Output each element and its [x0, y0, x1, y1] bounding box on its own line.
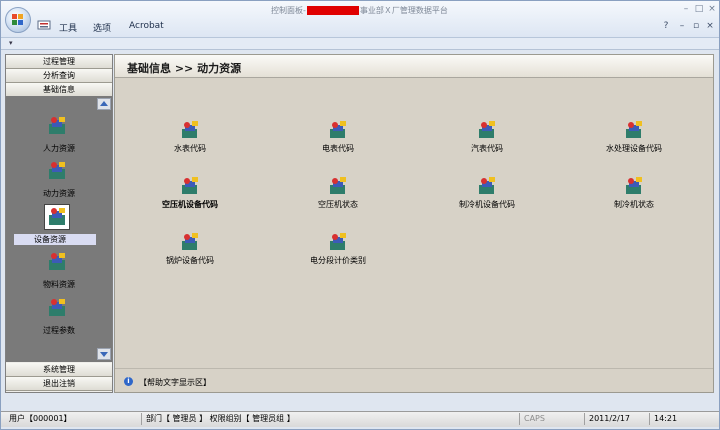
resource-icon: [44, 204, 70, 230]
breadcrumb: 基础信息 >> 动力资源: [115, 55, 713, 78]
sidebar-item-process-params[interactable]: 过程参数: [6, 296, 112, 340]
scroll-down-icon: [100, 352, 108, 357]
tile-label: 锅炉设备代码: [166, 256, 214, 265]
scroll-up-button[interactable]: [97, 98, 111, 110]
ribbon-close-icon[interactable]: ×: [705, 21, 715, 31]
ribbon-restore-icon[interactable]: ▫: [691, 21, 701, 31]
tile-label: 空压机状态: [318, 200, 358, 209]
help-text: 【帮助文字显示区】: [139, 378, 211, 387]
resource-icon: [49, 162, 65, 179]
redaction-block: [306, 6, 359, 15]
window-title-prefix: 控制面板-: [271, 6, 306, 15]
minimize-icon[interactable]: –: [681, 4, 691, 14]
window-title: 控制面板- 事业部Ｘ厂管理数据平台: [271, 5, 448, 16]
resource-icon: [49, 117, 65, 134]
resource-icon: [49, 253, 65, 270]
resource-icon: [49, 299, 65, 316]
sidebar-item-label: 过程参数: [43, 326, 75, 335]
sidebar-item-label: 动力资源: [43, 189, 75, 198]
nav-section-logout[interactable]: 退出注销: [6, 377, 112, 391]
sidebar-item-human-resources[interactable]: 人力资源: [6, 114, 112, 158]
tile-electricity-tariff-category[interactable]: 电分段计价类别: [282, 231, 392, 271]
meter-icon: [330, 121, 346, 138]
status-date: 2011/2/17: [584, 413, 647, 425]
maximize-icon[interactable]: □: [694, 4, 704, 14]
nav-section-system[interactable]: 系统管理: [6, 363, 112, 377]
sidebar-item-label: 设备资源: [14, 234, 96, 245]
tile-electric-meter[interactable]: 电表代码: [282, 119, 392, 159]
tile-chiller-status[interactable]: 制冷机状态: [578, 175, 688, 215]
menu-options[interactable]: 选项: [93, 21, 111, 34]
tile-water-meter[interactable]: 水表代码: [134, 119, 244, 159]
nav-section-process[interactable]: 过程管理: [6, 55, 112, 69]
tile-label: 空压机设备代码: [162, 200, 218, 209]
status-time: 14:21: [649, 413, 714, 425]
breadcrumb-text: 基础信息 >> 动力资源: [127, 62, 242, 75]
tile-label: 水处理设备代码: [606, 144, 662, 153]
meter-icon: [182, 121, 198, 138]
info-icon: i: [124, 377, 133, 386]
close-icon[interactable]: ×: [707, 4, 717, 14]
meter-icon: [330, 233, 346, 250]
menu-tools[interactable]: 工具: [59, 21, 77, 34]
tile-label: 制冷机状态: [614, 200, 654, 209]
meter-icon: [330, 177, 346, 194]
meter-icon: [479, 177, 495, 194]
tile-boiler-equipment[interactable]: 锅炉设备代码: [134, 231, 244, 271]
sidebar-item-material-resources[interactable]: 物料资源: [6, 250, 112, 294]
help-area: i 【帮助文字显示区】: [115, 368, 713, 393]
ribbon-minimize-icon[interactable]: –: [677, 21, 687, 31]
main-panel: 基础信息 >> 动力资源 水表代码 电表代码 汽表代码 水处理设备代码 空压机设…: [114, 54, 714, 393]
tile-label: 水表代码: [174, 144, 206, 153]
tile-label: 汽表代码: [471, 144, 503, 153]
window-title-suffix: 事业部Ｘ厂管理数据平台: [359, 6, 448, 15]
nav-section-analysis[interactable]: 分析查询: [6, 69, 112, 83]
sidebar: 过程管理 分析查询 基础信息 人力资源 动力资源 设备资源 物料资源 过程参数 …: [5, 54, 113, 393]
app-window: 工具 选项 Acrobat 控制面板- 事业部Ｘ厂管理数据平台 – □ × ? –…: [0, 0, 720, 430]
sidebar-item-equipment-resources[interactable]: 设备资源: [6, 204, 112, 249]
scroll-up-icon: [100, 101, 108, 106]
status-user: 用户【000001】: [9, 414, 72, 423]
quick-access-icon[interactable]: [37, 19, 51, 31]
sidebar-item-power-resources[interactable]: 动力资源: [6, 159, 112, 203]
meter-icon: [479, 121, 495, 138]
tile-air-compressor-status[interactable]: 空压机状态: [282, 175, 392, 215]
sidebar-item-label: 物料资源: [43, 280, 75, 289]
tile-air-compressor-equipment[interactable]: 空压机设备代码: [134, 175, 244, 215]
app-logo-icon: [12, 14, 23, 25]
status-caps: CAPS: [519, 413, 584, 425]
tile-chiller-equipment[interactable]: 制冷机设备代码: [431, 175, 541, 215]
customize-arrow-icon[interactable]: ▾: [9, 39, 13, 47]
scroll-down-button[interactable]: [97, 348, 111, 360]
help-icon[interactable]: ?: [661, 21, 671, 31]
meter-icon: [182, 177, 198, 194]
office-orb-button[interactable]: [5, 7, 31, 33]
tile-water-treatment-equipment[interactable]: 水处理设备代码: [578, 119, 688, 159]
meter-icon: [626, 121, 642, 138]
title-bar: 工具 选项 Acrobat 控制面板- 事业部Ｘ厂管理数据平台 – □ × ? –…: [1, 1, 719, 38]
ribbon-subbar: ▾: [1, 38, 719, 50]
status-department: 部门【 管理员 】 权限组别【 管理员组 】: [141, 413, 516, 425]
meter-icon: [182, 233, 198, 250]
nav-items-panel: 人力资源 动力资源 设备资源 物料资源 过程参数: [6, 96, 112, 362]
menu-acrobat[interactable]: Acrobat: [129, 21, 164, 31]
tile-steam-meter[interactable]: 汽表代码: [431, 119, 541, 159]
sidebar-item-label: 人力资源: [43, 144, 75, 153]
meter-icon: [626, 177, 642, 194]
tile-label: 电表代码: [322, 144, 354, 153]
nav-section-basic-info[interactable]: 基础信息: [6, 83, 112, 97]
tile-label: 电分段计价类别: [310, 256, 366, 265]
status-bar: 用户【000001】 部门【 管理员 】 权限组别【 管理员组 】 CAPS 2…: [1, 411, 719, 427]
tile-label: 制冷机设备代码: [459, 200, 515, 209]
